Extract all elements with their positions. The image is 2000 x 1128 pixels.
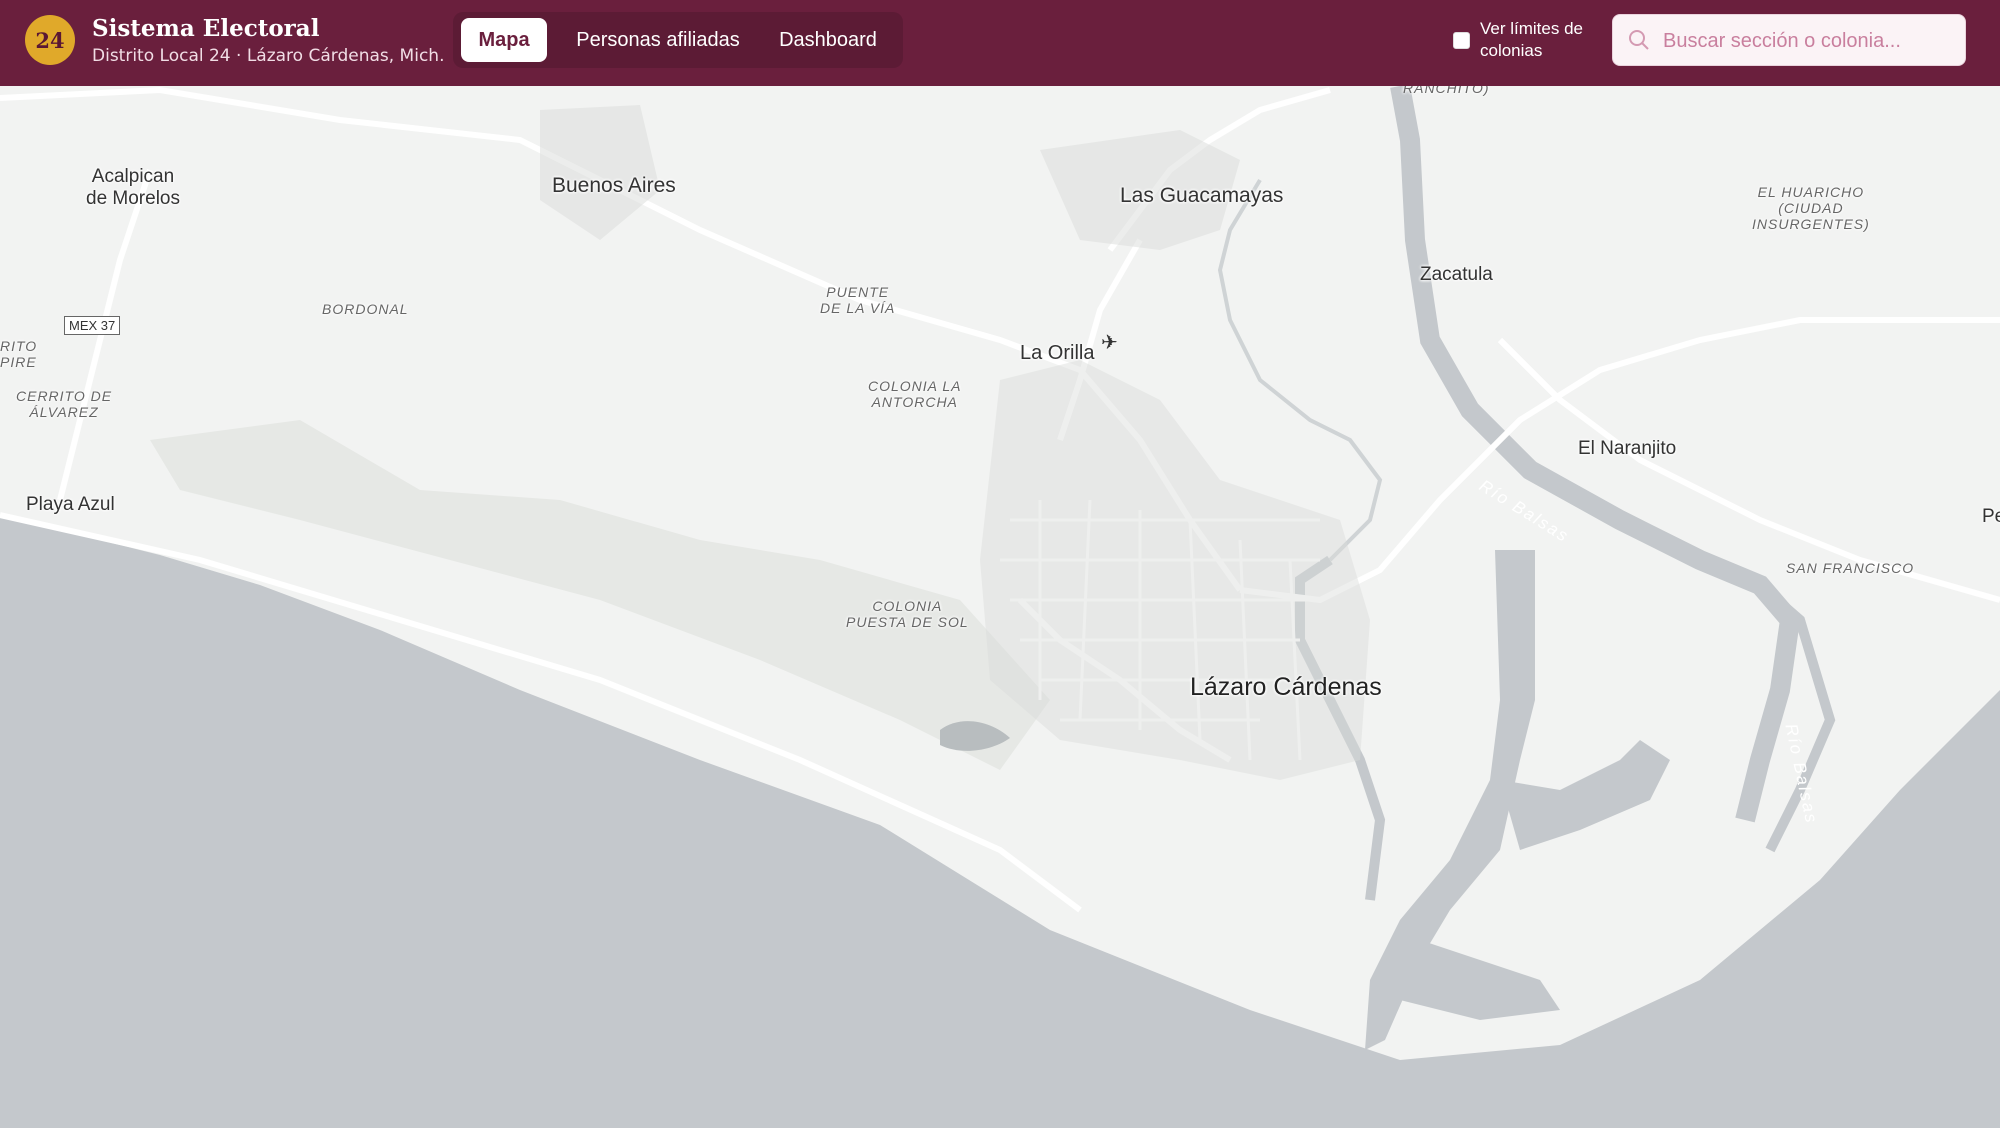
app-subtitle: Distrito Local 24 · Lázaro Cárdenas, Mic… (92, 46, 445, 66)
map-canvas[interactable]: Acalpican de Morelos Buenos Aires Las Gu… (0, 80, 2000, 1128)
search-input[interactable] (1661, 15, 1960, 67)
tab-dashboard[interactable]: Dashboard (763, 18, 893, 62)
place-label-playa-azul: Playa Azul (26, 494, 115, 515)
place-label-pe: Pe (1982, 506, 2000, 527)
search-icon (1629, 30, 1649, 50)
place-label-las-guacamayas: Las Guacamayas (1120, 184, 1284, 207)
place-label-acalpican: Acalpican de Morelos (86, 166, 180, 209)
place-label-colonia-puesta-de-sol: COLONIA PUESTA DE SOL (846, 598, 969, 630)
limits-checkbox-label[interactable]: Ver límites de colonias (1480, 18, 1595, 62)
place-label-lazaro-cardenas: Lázaro Cárdenas (1190, 673, 1382, 701)
top-navigation-bar: 24 Sistema Electoral Distrito Local 24 ·… (0, 0, 2000, 86)
place-label-puente-de-la-via: PUENTE DE LA VÍA (820, 284, 896, 316)
map-base-layer (0, 86, 2000, 1128)
district-badge: 24 (25, 15, 75, 65)
search-box (1612, 14, 1966, 67)
place-label-el-huaricho: EL HUARICHO (CIUDAD INSURGENTES) (1752, 184, 1870, 232)
place-label-colonia-la-antorcha: COLONIA LA ANTORCHA (868, 378, 962, 410)
place-label-san-francisco: SAN FRANCISCO (1786, 560, 1915, 576)
place-label-cerrito-de-alvarez: CERRITO DE ÁLVAREZ (16, 388, 113, 420)
tab-mapa[interactable]: Mapa (461, 18, 547, 62)
place-label-el-naranjito: El Naranjito (1578, 438, 1677, 459)
place-label-zacatula: Zacatula (1420, 264, 1493, 285)
app-title: Sistema Electoral (92, 15, 320, 42)
tab-personas-afiliadas[interactable]: Personas afiliadas (563, 18, 753, 62)
route-shield-mex37: MEX 37 (64, 316, 121, 335)
limits-checkbox[interactable] (1453, 32, 1470, 49)
airport-icon: ✈ (1101, 330, 1118, 354)
place-label-bordonal: BORDONAL (322, 301, 409, 317)
place-label-rito-pire: RITO PIRE (0, 338, 38, 370)
place-label-la-orilla: La Orilla (1020, 342, 1095, 364)
nav-tabs: Mapa Personas afiliadas Dashboard (453, 12, 903, 68)
place-label-buenos-aires: Buenos Aires (552, 174, 676, 197)
